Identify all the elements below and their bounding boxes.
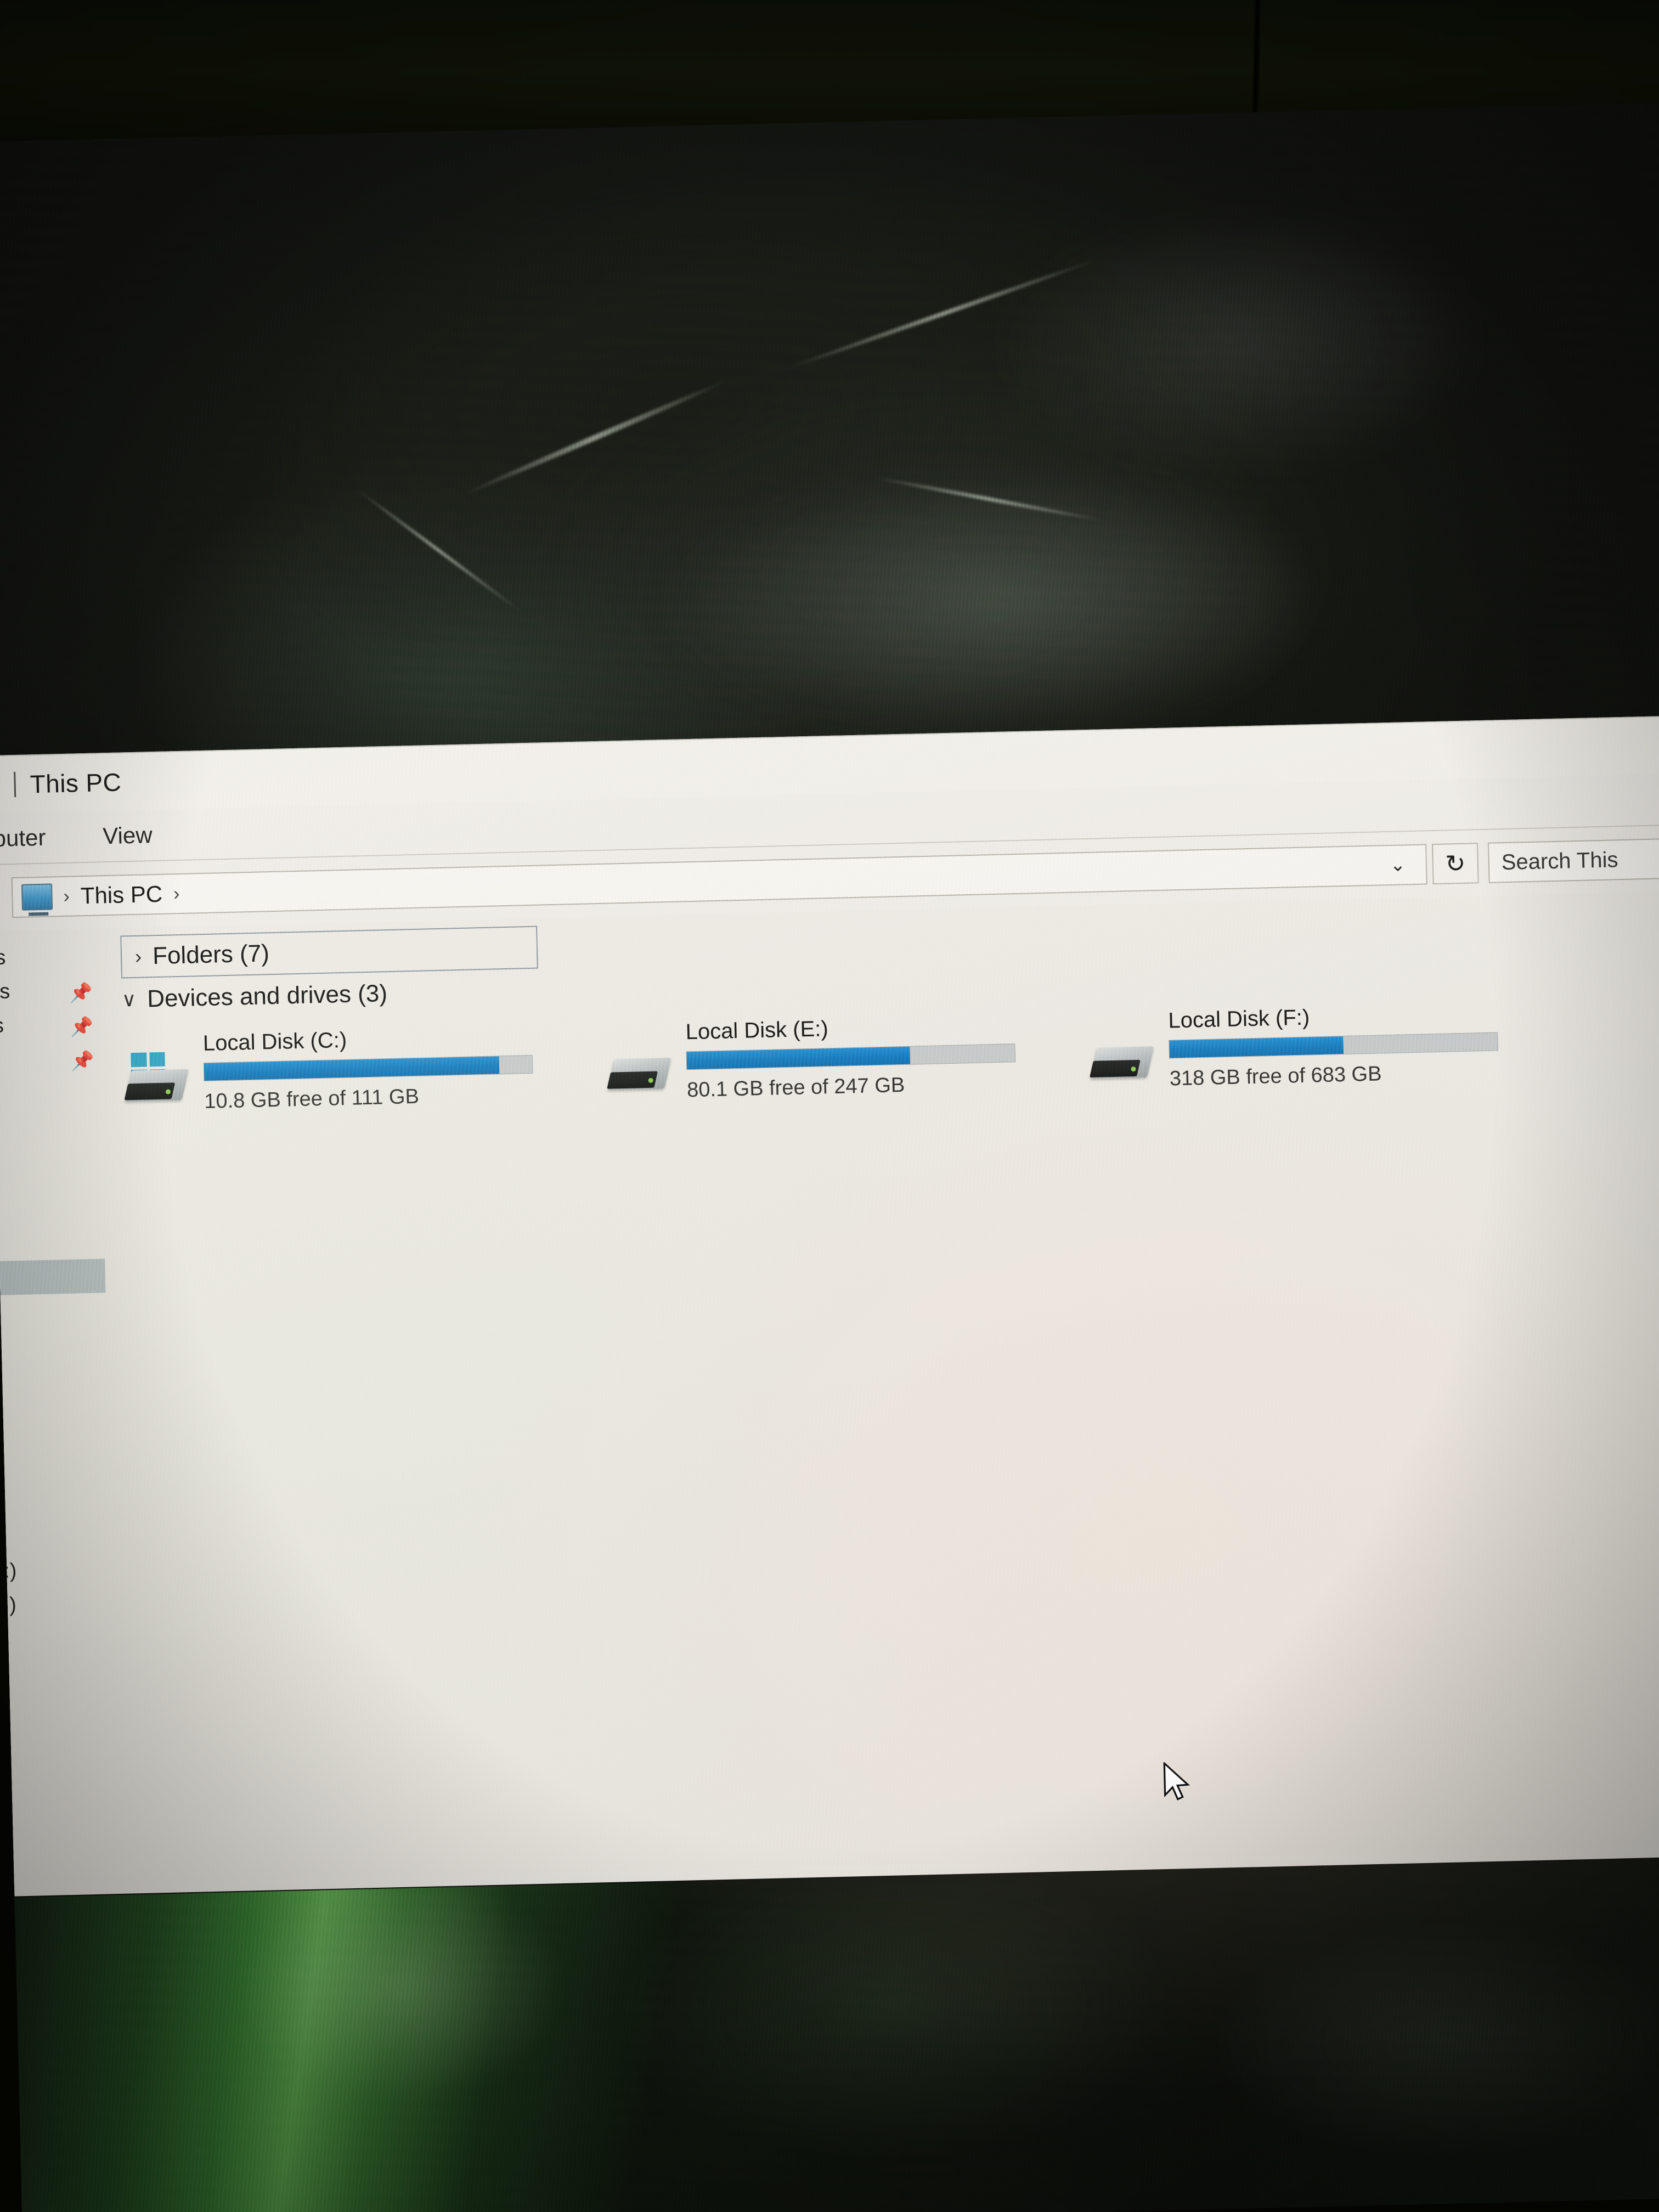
explorer-body: access uments nloads res AN op loads ect… (0, 889, 1659, 1886)
drive-free-space-f: 318 GB free of 683 GB (1169, 1062, 1382, 1091)
capacity-bar-f (1169, 1032, 1498, 1059)
sidebar-item-local-disk-e[interactable]: sk (E:) (0, 1585, 114, 1623)
drive-free-space-e: 80.1 GB free of 247 GB (686, 1073, 905, 1102)
drive-info: Local Disk (E:) 80.1 GB free of 247 GB (685, 1011, 1090, 1102)
drive-info: Local Disk (C:) 10.8 GB free of 111 GB (202, 1022, 607, 1114)
sidebar-item-local-disk-c[interactable]: sk (C:) (0, 1551, 112, 1589)
pin-icon[interactable]: 📌 (64, 976, 98, 1011)
pin-icon[interactable]: 📌 (66, 1044, 99, 1079)
capacity-bar-fill (1169, 1036, 1344, 1058)
sidebar-item-objects[interactable]: ects (0, 1293, 106, 1330)
drive-item-f[interactable]: Local Disk (F:) 318 GB free of 683 GB (1088, 999, 1572, 1093)
local-drive-icon (1088, 1032, 1155, 1084)
photograph-of-monitor: ▾ This PC Computer View ↑ › This PC › (0, 0, 1659, 2212)
sidebar-item-local-disk-f[interactable]: k (F:) (0, 1620, 114, 1657)
chevron-down-icon[interactable]: ∨ (121, 988, 136, 1012)
this-pc-icon (21, 883, 53, 911)
sidebar-item-desktop[interactable]: op (0, 1108, 102, 1146)
chevron-down-icon[interactable]: ⌄ (1378, 854, 1417, 877)
capacity-bar-c (203, 1054, 533, 1082)
sidebar-item-documents-2[interactable]: ents (0, 1361, 108, 1398)
title-separator (14, 771, 16, 798)
navigate-up-icon[interactable]: ↑ (0, 884, 7, 912)
monitor-screen: ▾ This PC Computer View ↑ › This PC › (0, 101, 1659, 2212)
tab-computer[interactable]: Computer (0, 825, 49, 854)
breadcrumb-this-pc[interactable]: This PC (80, 881, 162, 910)
sidebar-item-downloads-2[interactable]: loads (0, 1142, 103, 1180)
drive-name-f: Local Disk (F:) (1167, 1005, 1310, 1033)
drive-info: Local Disk (F:) 318 GB free of 683 GB (1168, 999, 1572, 1091)
group-label-folders: Folders (7) (152, 940, 270, 970)
sidebar-item-desktop-2[interactable]: p (0, 1327, 107, 1364)
drive-name-c: Local Disk (C:) (202, 1028, 347, 1056)
sidebar-item-downloads-3[interactable]: oads (0, 1395, 109, 1432)
desktop-wallpaper-bottom (14, 1857, 1659, 2212)
drive-item-e[interactable]: Local Disk (E:) 80.1 GB free of 247 GB (605, 1011, 1090, 1104)
system-drive-icon (123, 1052, 190, 1107)
breadcrumb-separator: › (63, 885, 70, 907)
pin-icon-column: 📌 📌 📌 (64, 976, 99, 1079)
tab-view[interactable]: View (99, 822, 156, 849)
local-drive-icon (606, 1043, 673, 1096)
capacity-bar-fill (686, 1046, 910, 1070)
breadcrumb-separator[interactable]: › (173, 883, 180, 904)
sidebar-item-selected[interactable] (0, 1259, 106, 1297)
file-explorer-window: ▾ This PC Computer View ↑ › This PC › (0, 714, 1659, 1897)
content-pane: › Folders (7) ∨ Devices and drives (3) L… (97, 890, 1659, 1883)
wallpaper-texture (14, 1857, 1659, 2212)
drive-name-e: Local Disk (E:) (685, 1017, 829, 1045)
drive-item-c[interactable]: Local Disk (C:) 10.8 GB free of 111 GB (122, 1022, 607, 1116)
sidebar-item-quick-access[interactable]: access (0, 939, 98, 977)
window-title: This PC (30, 768, 122, 799)
sidebar-item-network-name[interactable]: AN (0, 1074, 101, 1112)
group-label-devices-and-drives: Devices and drives (3) (146, 980, 388, 1013)
chevron-right-icon[interactable]: › (135, 945, 142, 968)
refresh-icon[interactable]: ↻ (1431, 843, 1479, 885)
capacity-bar-fill (204, 1056, 500, 1081)
capacity-bar-e (686, 1043, 1016, 1070)
pin-icon[interactable]: 📌 (65, 1010, 98, 1045)
address-bar-tools: ⌄ (1378, 854, 1417, 877)
search-input[interactable]: Search This (1487, 836, 1659, 883)
drive-free-space-c: 10.8 GB free of 111 GB (204, 1085, 420, 1114)
